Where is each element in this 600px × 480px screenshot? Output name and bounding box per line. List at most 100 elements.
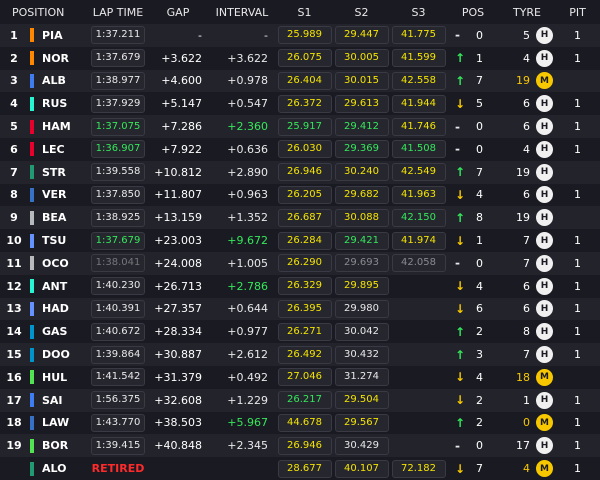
gap: +26.713 bbox=[154, 279, 202, 293]
lap-time: 1:37.850 bbox=[90, 185, 146, 204]
driver-cell[interactable]: GAS bbox=[28, 320, 88, 343]
sector-s2: 29.412 bbox=[334, 117, 389, 136]
s3-cell: 42.558 bbox=[390, 70, 447, 93]
table-row[interactable]: 6 LEC 1:36.907 +7.922 +0.636 26.030 29.3… bbox=[0, 137, 600, 161]
table-row[interactable]: 15 DOO 1:39.864 +30.887 +2.612 26.492 30… bbox=[0, 343, 600, 366]
table-row[interactable]: 11 OCO 1:38.041 +24.008 +1.005 26.290 29… bbox=[0, 251, 600, 275]
header-interval[interactable]: INTERVAL bbox=[208, 0, 276, 24]
driver-cell[interactable]: ANT bbox=[28, 275, 88, 298]
tyre-laps: 6 bbox=[523, 302, 530, 316]
driver-cell[interactable]: SAI bbox=[28, 389, 88, 412]
header-tyre[interactable]: TYRE bbox=[499, 0, 555, 24]
driver-cell[interactable]: BOR bbox=[28, 434, 88, 457]
table-row[interactable]: 10 TSU 1:37.679 +23.003 +9.672 26.284 29… bbox=[0, 229, 600, 252]
sector-s1: 26.329 bbox=[277, 277, 332, 296]
driver-cell[interactable]: HUL bbox=[28, 366, 88, 389]
s1-cell: 26.329 bbox=[276, 275, 333, 298]
interval: +9.672 bbox=[227, 234, 268, 248]
driver-cell[interactable]: ALO bbox=[28, 457, 88, 480]
gap: +28.334 bbox=[154, 325, 202, 339]
position-number: 19 bbox=[6, 439, 22, 453]
lap-time: 1:37.929 bbox=[90, 94, 146, 113]
driver-cell[interactable]: VER bbox=[28, 184, 88, 207]
gap: +38.503 bbox=[154, 416, 202, 430]
pit-stops: 1 bbox=[574, 256, 581, 270]
sector-s1: 26.030 bbox=[277, 140, 332, 159]
arrow-down-icon: ↓ bbox=[455, 233, 466, 248]
table-row[interactable]: 19 BOR 1:39.415 +40.848 +2.345 26.946 30… bbox=[0, 434, 600, 458]
sector-s2: 29.421 bbox=[334, 231, 389, 250]
gap: +40.848 bbox=[154, 439, 202, 453]
interval: +0.978 bbox=[227, 74, 268, 88]
driver-cell[interactable]: OCO bbox=[28, 252, 88, 275]
driver-cell[interactable]: HAM bbox=[28, 115, 88, 138]
table-row[interactable]: 13 HAD 1:40.391 +27.357 +0.644 26.395 29… bbox=[0, 297, 600, 321]
table-row[interactable]: 5 HAM 1:37.075 +7.286 +2.360 25.917 29.4… bbox=[0, 115, 600, 138]
table-row[interactable]: 18 LAW 1:43.770 +38.503 +5.967 44.678 29… bbox=[0, 411, 600, 435]
table-row[interactable]: 3 ALB 1:38.977 +4.600 +0.978 26.404 30.0… bbox=[0, 69, 600, 93]
interval: +0.977 bbox=[227, 325, 268, 339]
driver-cell[interactable]: NOR bbox=[28, 47, 88, 70]
driver-code: SAI bbox=[42, 393, 63, 407]
header-pos[interactable]: POS bbox=[447, 0, 499, 24]
driver-cell[interactable]: ALB bbox=[28, 70, 88, 93]
driver-cell[interactable]: BEA bbox=[28, 206, 88, 229]
driver-cell[interactable]: RUS bbox=[28, 92, 88, 115]
interval: +5.967 bbox=[227, 416, 268, 430]
tyre-cell: 5 H bbox=[499, 24, 555, 47]
sector-s3: 41.775 bbox=[391, 26, 446, 45]
header-position[interactable]: POSITION bbox=[0, 0, 88, 24]
lap-time-cell: 1:56.375 bbox=[88, 389, 148, 412]
team-color-bar bbox=[30, 279, 34, 294]
position-number bbox=[0, 457, 28, 480]
header-pit[interactable]: PIT bbox=[555, 0, 600, 24]
driver-code: BOR bbox=[42, 439, 69, 453]
driver-cell[interactable]: STR bbox=[28, 161, 88, 184]
driver-cell[interactable]: DOO bbox=[28, 343, 88, 366]
table-row[interactable]: 17 SAI 1:56.375 +32.608 +1.229 26.217 29… bbox=[0, 388, 600, 412]
arrow-up-icon: ↑ bbox=[455, 415, 466, 430]
sector-s2: 29.567 bbox=[334, 413, 389, 432]
tyre-cell: 19 M bbox=[499, 70, 555, 93]
header-s1[interactable]: S1 bbox=[276, 0, 333, 24]
driver-code: RUS bbox=[42, 97, 68, 111]
tyre-cell: 7 H bbox=[499, 252, 555, 275]
driver-cell[interactable]: TSU bbox=[28, 229, 88, 252]
driver-cell[interactable]: HAD bbox=[28, 298, 88, 321]
s3-cell: 41.775 bbox=[390, 24, 447, 47]
sector-s1: 26.271 bbox=[277, 322, 332, 341]
team-color-bar bbox=[30, 347, 34, 362]
position-change: ↓ 2 bbox=[447, 389, 499, 412]
driver-cell[interactable]: PIA bbox=[28, 24, 88, 47]
lap-time: 1:39.415 bbox=[90, 436, 146, 455]
header-s2[interactable]: S2 bbox=[333, 0, 390, 24]
arrow-down-icon: ↓ bbox=[455, 279, 466, 294]
gap bbox=[148, 457, 208, 480]
position-change: ↓ 5 bbox=[447, 92, 499, 115]
header-lap-time[interactable]: LAP TIME bbox=[88, 0, 148, 24]
table-row[interactable]: 2 NOR 1:37.679 +3.622 +3.622 26.075 30.0… bbox=[0, 46, 600, 70]
table-row[interactable]: 1 PIA 1:37.211 - - 25.989 29.447 41.775 … bbox=[0, 24, 600, 47]
gap: +27.357 bbox=[154, 302, 202, 316]
s2-cell: 31.274 bbox=[333, 366, 390, 389]
header-gap[interactable]: GAP bbox=[148, 0, 208, 24]
header-s3[interactable]: S3 bbox=[390, 0, 447, 24]
pit-stops: 1 bbox=[574, 28, 581, 42]
lap-time-cell: RETIRED bbox=[88, 457, 148, 480]
tyre-cell: 4 M bbox=[499, 457, 555, 480]
driver-cell[interactable]: LAW bbox=[28, 412, 88, 435]
table-row[interactable]: 7 STR 1:39.558 +10.812 +2.890 26.946 30.… bbox=[0, 160, 600, 184]
driver-cell[interactable]: LEC bbox=[28, 138, 88, 161]
table-row[interactable]: 9 BEA 1:38.925 +13.159 +1.352 26.687 30.… bbox=[0, 206, 600, 230]
table-row[interactable]: 16 HUL 1:41.542 +31.379 +0.492 27.046 31… bbox=[0, 365, 600, 389]
s3-cell: 42.058 bbox=[390, 252, 447, 275]
table-row[interactable]: ALO RETIRED 28.677 40.107 72.182 ↓ 7 4 M… bbox=[0, 457, 600, 480]
table-row[interactable]: 12 ANT 1:40.230 +26.713 +2.786 26.329 29… bbox=[0, 274, 600, 298]
driver-code: HUL bbox=[42, 370, 68, 384]
table-row[interactable]: 8 VER 1:37.850 +11.807 +0.963 26.205 29.… bbox=[0, 183, 600, 207]
medium-tyre-icon: M bbox=[536, 460, 553, 478]
s3-cell: 41.746 bbox=[390, 115, 447, 138]
table-row[interactable]: 14 GAS 1:40.672 +28.334 +0.977 26.271 30… bbox=[0, 320, 600, 344]
table-row[interactable]: 4 RUS 1:37.929 +5.147 +0.547 26.372 29.6… bbox=[0, 92, 600, 116]
sector-s2: 31.274 bbox=[334, 368, 389, 387]
